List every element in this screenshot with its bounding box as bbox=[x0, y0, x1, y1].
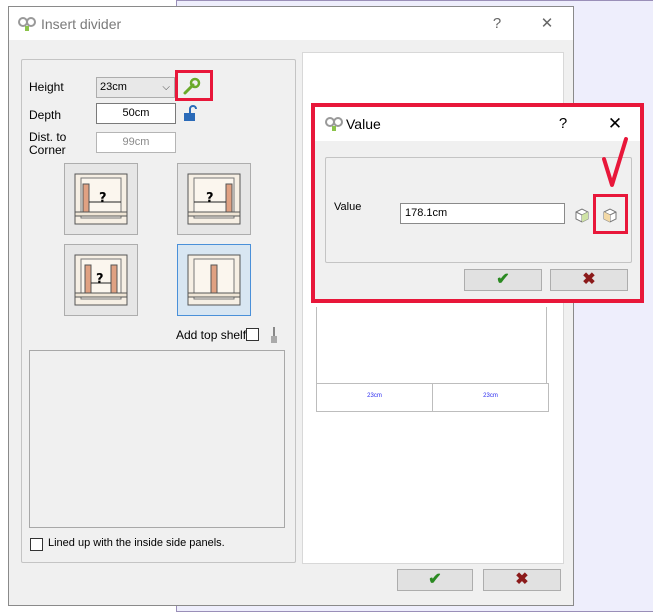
checkmark-icon: ✔ bbox=[496, 271, 510, 288]
divider-option-2[interactable]: ? bbox=[177, 163, 251, 235]
value-dialog-titlebar: Value ? ✕ bbox=[315, 107, 640, 141]
height-label: Height bbox=[29, 80, 64, 94]
insert-divider-dialog: Insert divider ? ✕ Height 23cm ⌵ Depth 5… bbox=[8, 6, 574, 606]
app-logo-icon bbox=[325, 117, 343, 131]
highlight-box-wrench bbox=[175, 70, 213, 101]
x-icon: ✖ bbox=[515, 571, 529, 588]
divider-option-3[interactable]: ? bbox=[64, 244, 138, 316]
preview-cell-right: 23cm bbox=[432, 383, 549, 412]
dist-label-line2: Corner bbox=[29, 143, 66, 157]
x-icon: ✖ bbox=[582, 271, 596, 288]
depth-label: Depth bbox=[29, 108, 62, 122]
divider-option-4[interactable] bbox=[177, 244, 251, 316]
value-label: Value bbox=[334, 201, 362, 213]
dialog-title: Insert divider bbox=[41, 16, 122, 32]
dialog-titlebar: Insert divider ? ✕ bbox=[9, 7, 573, 40]
svg-text:?: ? bbox=[96, 272, 104, 287]
preview-cabinet bbox=[316, 307, 547, 385]
lined-up-checkbox[interactable] bbox=[30, 538, 43, 551]
options-list-panel[interactable] bbox=[29, 350, 285, 528]
checkmark-icon: ✔ bbox=[428, 571, 442, 588]
svg-text:?: ? bbox=[206, 191, 214, 206]
value-help-button[interactable]: ? bbox=[541, 107, 585, 140]
annotation-checkmark-icon bbox=[602, 137, 628, 187]
add-top-shelf-label: Add top shelf bbox=[176, 328, 247, 342]
help-button[interactable]: ? bbox=[475, 7, 519, 40]
unlock-icon[interactable] bbox=[182, 105, 198, 123]
depth-field[interactable]: 50cm bbox=[96, 103, 176, 124]
cube-icon[interactable] bbox=[573, 206, 591, 224]
value-dialog: Value ? ✕ Value 178.1cm ✔ ✖ bbox=[311, 103, 644, 303]
chevron-down-icon: ⌵ bbox=[162, 82, 170, 93]
cancel-button[interactable]: ✖ bbox=[483, 569, 561, 591]
divider-option-1[interactable]: ? bbox=[64, 163, 138, 235]
add-top-shelf-checkbox[interactable] bbox=[246, 328, 259, 341]
cabinet-divider-icon: ? bbox=[74, 173, 128, 225]
ok-button[interactable]: ✔ bbox=[397, 569, 473, 591]
highlight-box-cube bbox=[593, 194, 628, 234]
app-logo-icon bbox=[18, 17, 36, 31]
height-combo[interactable]: 23cm ⌵ bbox=[96, 77, 175, 98]
svg-text:?: ? bbox=[99, 191, 107, 206]
preview-cell-left: 23cm bbox=[316, 383, 433, 412]
height-combo-value: 23cm bbox=[100, 81, 127, 93]
cabinet-divider-icon bbox=[187, 254, 241, 306]
value-input[interactable]: 178.1cm bbox=[400, 203, 565, 224]
cabinet-divider-icon: ? bbox=[74, 254, 128, 306]
lined-up-label: Lined up with the inside side panels. bbox=[48, 537, 225, 549]
value-close-button[interactable]: ✕ bbox=[593, 107, 637, 140]
close-button[interactable]: ✕ bbox=[525, 7, 569, 40]
cabinet-divider-icon: ? bbox=[187, 173, 241, 225]
value-cancel-button[interactable]: ✖ bbox=[550, 269, 628, 291]
value-dialog-title: Value bbox=[346, 116, 381, 132]
value-ok-button[interactable]: ✔ bbox=[464, 269, 542, 291]
dist-to-corner-field[interactable]: 99cm bbox=[96, 132, 176, 153]
dist-label-line1: Dist. to bbox=[29, 130, 67, 144]
brush-icon[interactable] bbox=[269, 326, 279, 344]
